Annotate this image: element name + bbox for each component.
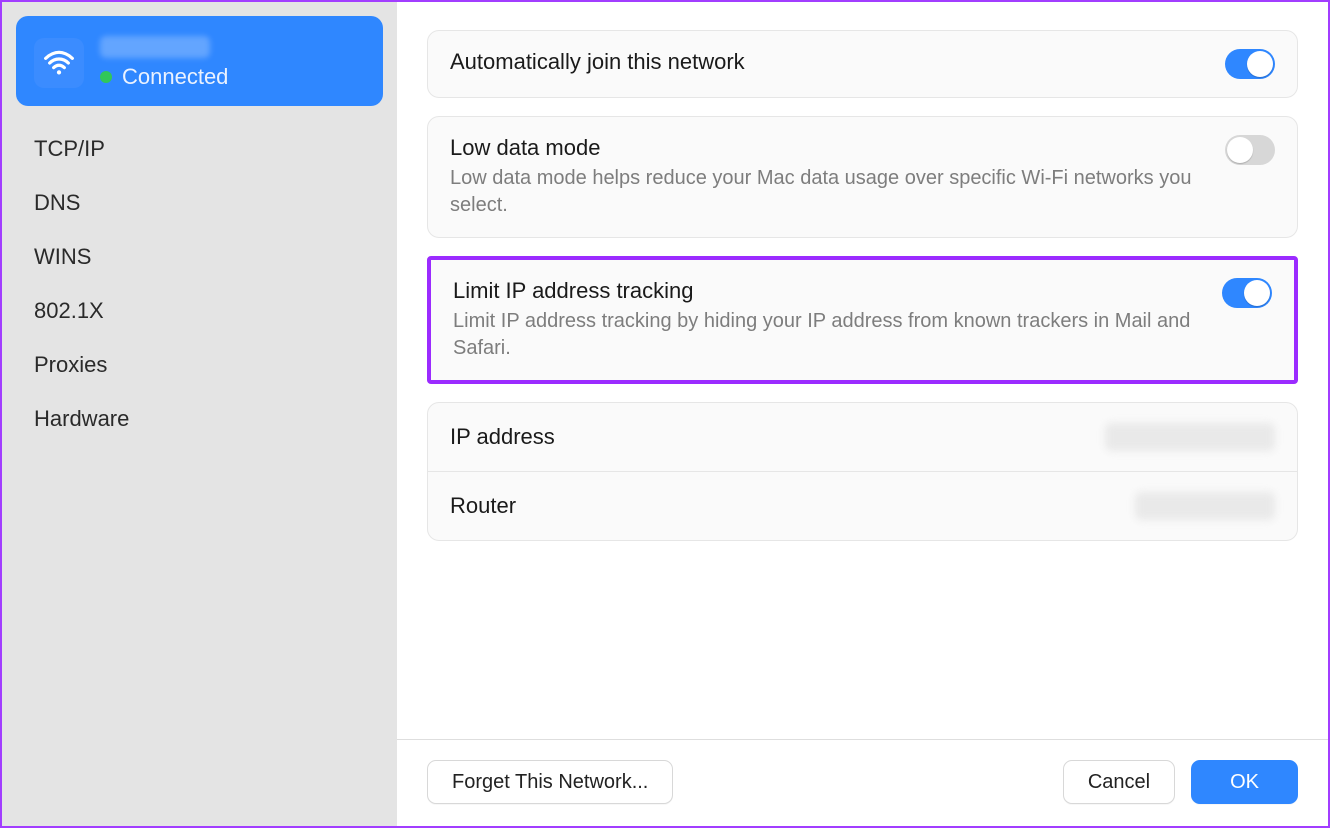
sidebar-item-wifi[interactable]: Connected [16, 16, 383, 106]
wifi-status-label: Connected [122, 64, 228, 90]
low-data-title: Low data mode [450, 135, 1205, 161]
limit-ip-title: Limit IP address tracking [453, 278, 1202, 304]
status-dot-icon [100, 71, 112, 83]
wifi-info: Connected [100, 36, 228, 90]
low-data-toggle[interactable] [1225, 135, 1275, 165]
router-row: Router [428, 471, 1297, 540]
sidebar-item-tcpip[interactable]: TCP/IP [20, 122, 379, 176]
wifi-icon [34, 38, 84, 88]
footer: Forget This Network... Cancel OK [397, 739, 1328, 826]
ip-info-card: IP address Router [427, 402, 1298, 541]
auto-join-toggle[interactable] [1225, 49, 1275, 79]
sidebar-item-proxies[interactable]: Proxies [20, 338, 379, 392]
auto-join-title: Automatically join this network [450, 49, 1205, 75]
network-settings-window: Connected TCP/IP DNS WINS 802.1X Proxies… [0, 0, 1330, 828]
limit-ip-sub: Limit IP address tracking by hiding your… [453, 308, 1202, 362]
router-label: Router [450, 493, 1115, 519]
router-value-redacted [1135, 492, 1275, 520]
wifi-status: Connected [100, 64, 228, 90]
auto-join-row: Automatically join this network [428, 31, 1297, 97]
low-data-sub: Low data mode helps reduce your Mac data… [450, 165, 1205, 219]
sidebar-item-hardware[interactable]: Hardware [20, 392, 379, 446]
sidebar-item-dns[interactable]: DNS [20, 176, 379, 230]
ok-button[interactable]: OK [1191, 760, 1298, 804]
forget-network-button[interactable]: Forget This Network... [427, 760, 673, 804]
low-data-card: Low data mode Low data mode helps reduce… [427, 116, 1298, 238]
auto-join-card: Automatically join this network [427, 30, 1298, 98]
sidebar-list: TCP/IP DNS WINS 802.1X Proxies Hardware [16, 116, 383, 452]
wifi-name-redacted [100, 36, 210, 58]
settings-scroll: Automatically join this network Low data… [397, 2, 1328, 739]
ip-address-value-redacted [1105, 423, 1275, 451]
sidebar-item-8021x[interactable]: 802.1X [20, 284, 379, 338]
sidebar-item-wins[interactable]: WINS [20, 230, 379, 284]
limit-ip-row: Limit IP address tracking Limit IP addre… [431, 260, 1294, 380]
ip-address-row: IP address [428, 403, 1297, 471]
low-data-row: Low data mode Low data mode helps reduce… [428, 117, 1297, 237]
ip-address-label: IP address [450, 424, 1085, 450]
content: Automatically join this network Low data… [397, 2, 1328, 826]
limit-ip-card: Limit IP address tracking Limit IP addre… [427, 256, 1298, 384]
sidebar: Connected TCP/IP DNS WINS 802.1X Proxies… [2, 2, 397, 826]
limit-ip-toggle[interactable] [1222, 278, 1272, 308]
cancel-button[interactable]: Cancel [1063, 760, 1175, 804]
